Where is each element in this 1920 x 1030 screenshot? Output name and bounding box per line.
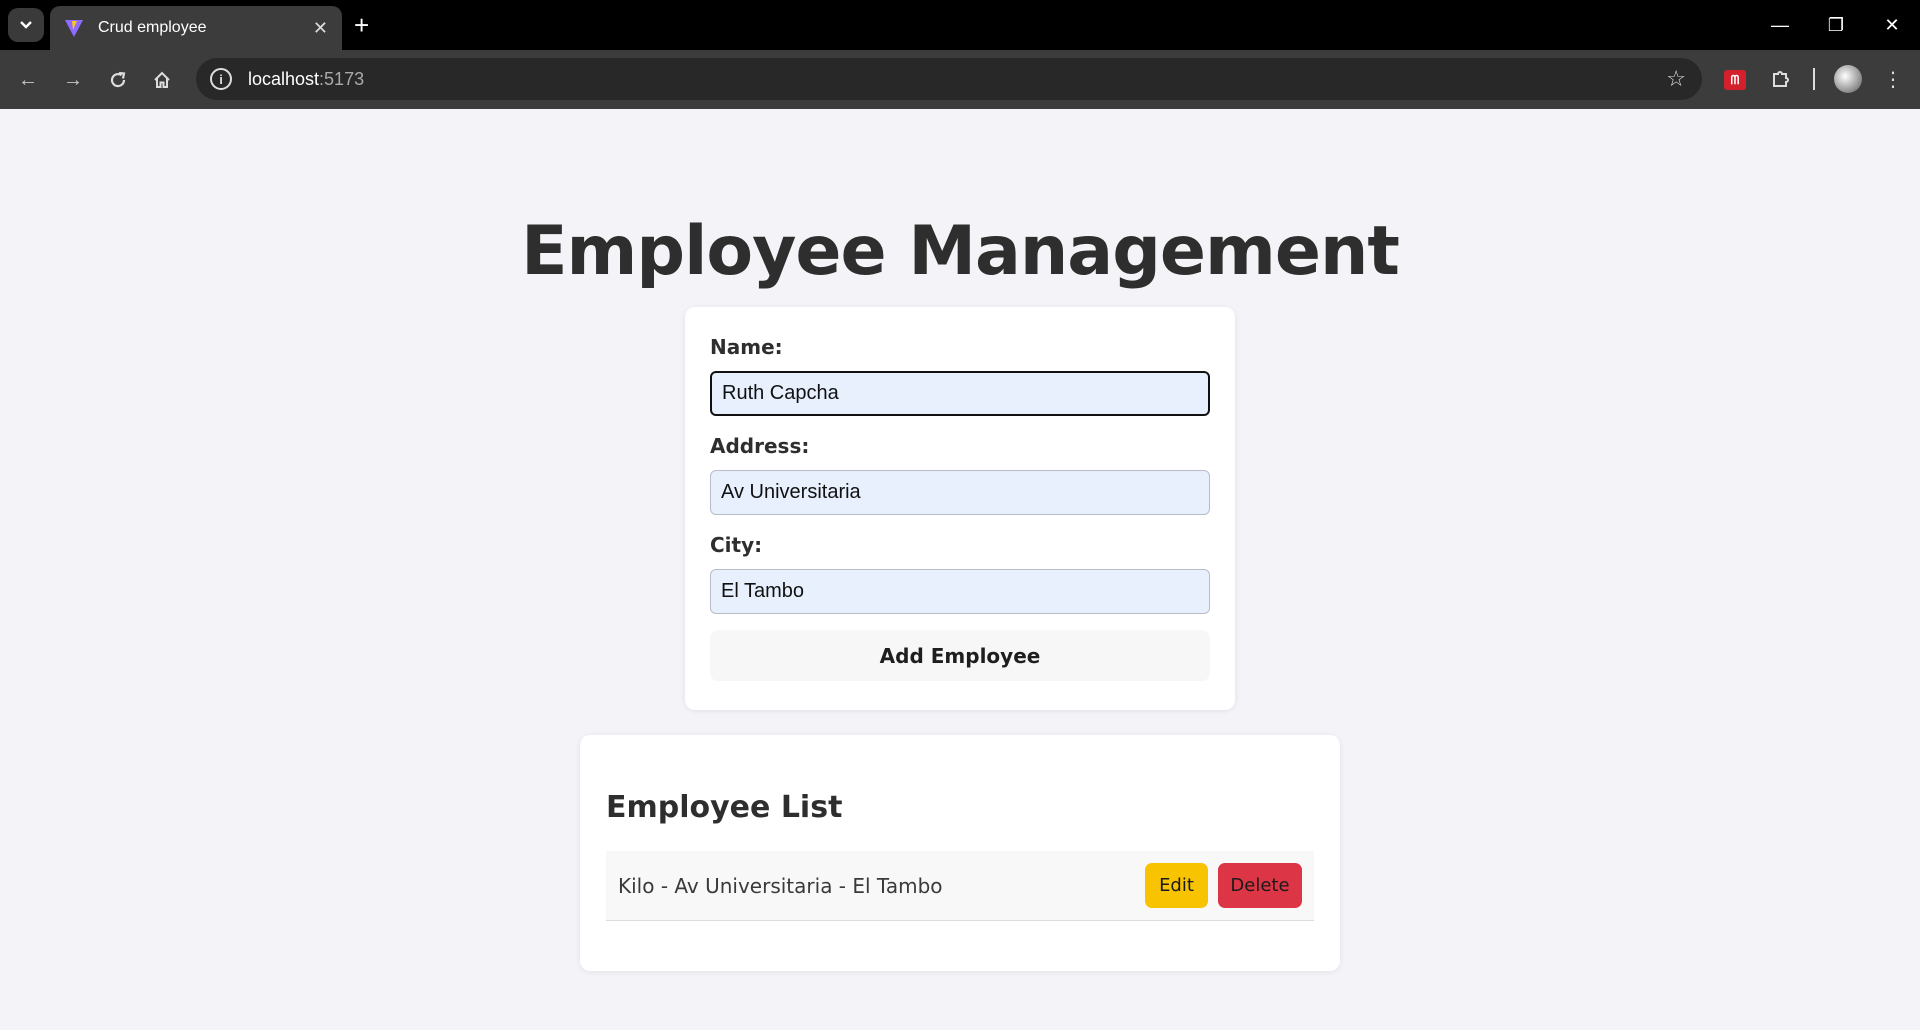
employee-list-card: Employee List Kilo - Av Universitaria - … bbox=[580, 735, 1340, 971]
employee-form-card: Name: Address: City: Add Employee bbox=[685, 307, 1235, 710]
add-employee-button[interactable]: Add Employee bbox=[710, 630, 1210, 681]
arrow-left-icon[interactable]: ← bbox=[10, 62, 46, 98]
vite-icon bbox=[65, 20, 83, 37]
close-window-icon[interactable]: ✕ bbox=[1864, 0, 1920, 50]
page-title: Employee Management bbox=[521, 212, 1400, 291]
browser-tab-bar: Crud employee ✕ + — ❐ ✕ bbox=[0, 0, 1920, 50]
city-label: City: bbox=[710, 533, 763, 557]
extension-icon[interactable]: ᗰ bbox=[1724, 70, 1746, 90]
plus-icon[interactable]: + bbox=[354, 10, 369, 40]
browser-tab[interactable]: Crud employee ✕ bbox=[50, 6, 342, 50]
edit-button[interactable]: Edit bbox=[1145, 863, 1208, 908]
tab-title: Crud employee bbox=[98, 19, 207, 36]
profile-avatar[interactable] bbox=[1834, 65, 1862, 93]
kebab-menu-icon[interactable]: ⋮ bbox=[1876, 62, 1910, 96]
delete-button[interactable]: Delete bbox=[1218, 863, 1302, 908]
employee-list-title: Employee List bbox=[606, 790, 843, 825]
url-host: localhost bbox=[248, 68, 320, 89]
info-icon[interactable]: i bbox=[210, 68, 232, 90]
chevron-down-icon[interactable] bbox=[8, 8, 44, 42]
city-input[interactable] bbox=[710, 569, 1210, 614]
restore-icon[interactable]: ❐ bbox=[1808, 0, 1864, 50]
window-controls: — ❐ ✕ bbox=[1752, 0, 1920, 50]
close-icon[interactable]: ✕ bbox=[313, 18, 328, 39]
name-label: Name: bbox=[710, 335, 783, 359]
name-input[interactable] bbox=[710, 371, 1210, 416]
minimize-icon[interactable]: — bbox=[1752, 0, 1808, 50]
address-label: Address: bbox=[710, 434, 810, 458]
puzzle-icon[interactable] bbox=[1764, 62, 1798, 96]
employee-info: Kilo - Av Universitaria - El Tambo bbox=[618, 873, 943, 898]
arrow-right-icon[interactable]: → bbox=[55, 62, 91, 98]
address-input[interactable] bbox=[710, 470, 1210, 515]
home-icon[interactable] bbox=[144, 62, 180, 98]
reload-icon[interactable] bbox=[100, 62, 136, 98]
toolbar-divider bbox=[1813, 68, 1815, 90]
star-icon[interactable]: ☆ bbox=[1666, 66, 1686, 92]
url-port: :5173 bbox=[319, 68, 365, 89]
list-item: Kilo - Av Universitaria - El Tambo Edit … bbox=[606, 851, 1314, 921]
address-bar[interactable]: i localhost:5173 ☆ bbox=[196, 58, 1702, 100]
